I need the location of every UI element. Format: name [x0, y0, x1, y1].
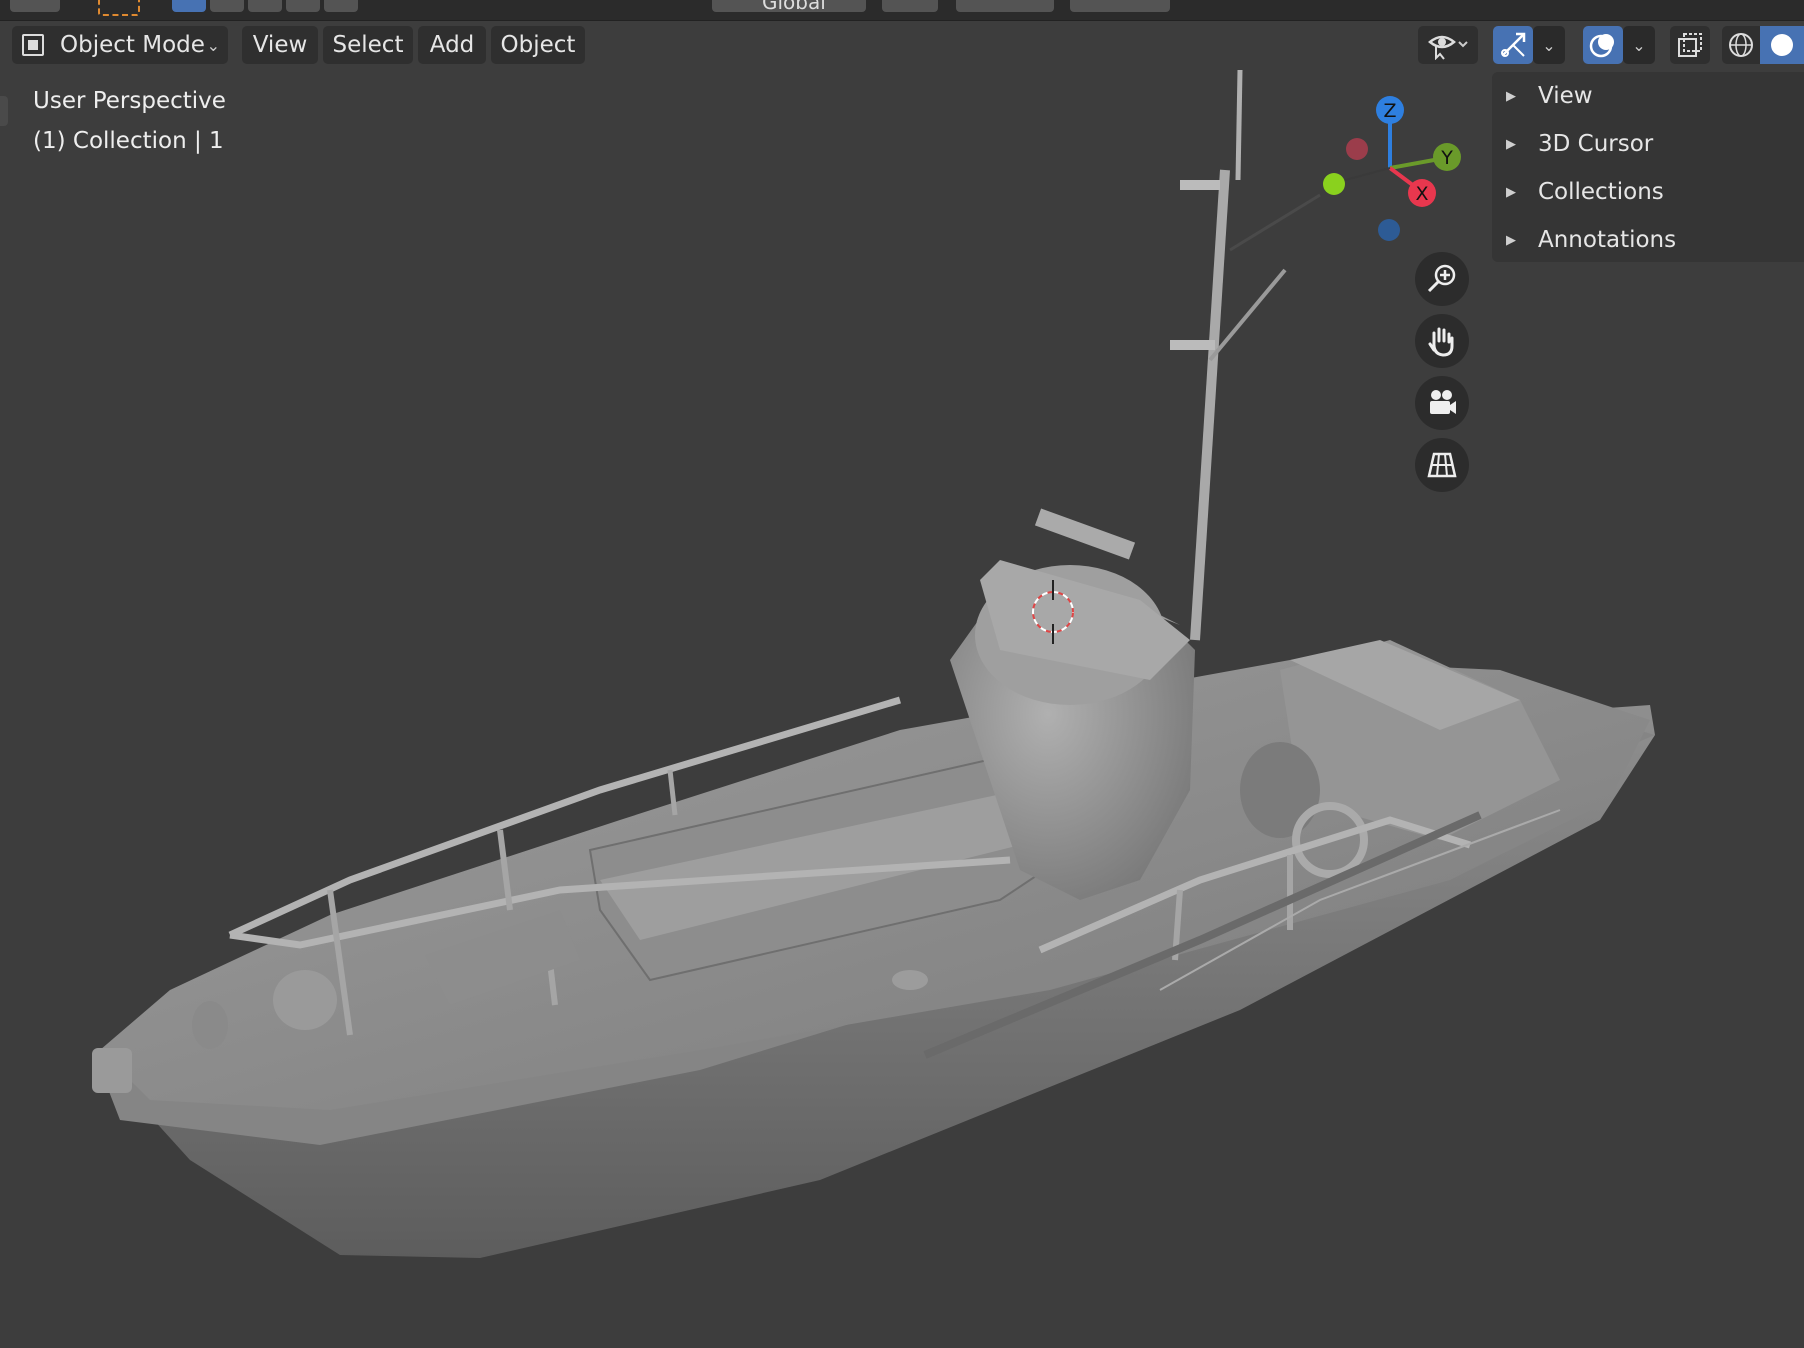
expand-triangle-icon: ▶: [1506, 232, 1516, 248]
perspective-label: User Perspective: [33, 88, 226, 114]
toolbar-expand-tab[interactable]: [0, 96, 8, 126]
menu-select-label: Select: [332, 32, 404, 58]
menu-add[interactable]: Add: [418, 26, 486, 64]
menu-select[interactable]: Select: [323, 26, 413, 64]
visibility-button[interactable]: [1418, 26, 1478, 64]
solid-shading-button[interactable]: [1760, 26, 1804, 64]
zoom-icon: [1427, 264, 1456, 293]
menu-view[interactable]: View: [242, 26, 318, 64]
gizmo-toggle-button[interactable]: [1493, 26, 1533, 64]
gizmo-z-label: Z: [1383, 100, 1396, 122]
mode-dropdown[interactable]: Object Mode ⌄: [12, 26, 228, 64]
snap-button[interactable]: [956, 0, 1054, 12]
menu-object[interactable]: Object: [491, 26, 585, 64]
sidebar-item-annotations[interactable]: ▶ Annotations: [1506, 222, 1676, 258]
perspective-toggle-button[interactable]: [1415, 438, 1469, 492]
select-mode-extend-button[interactable]: [210, 0, 244, 12]
expand-triangle-icon: ▶: [1506, 88, 1516, 104]
expand-triangle-icon: ▶: [1506, 184, 1516, 200]
select-mode-new-button[interactable]: [172, 0, 206, 12]
gizmo-neg-x[interactable]: [1346, 138, 1368, 160]
pivot-point-button[interactable]: [882, 0, 938, 12]
mode-label: Object Mode: [60, 32, 205, 58]
object-mode-icon: [20, 32, 46, 58]
expand-triangle-icon: ▶: [1506, 136, 1516, 152]
gizmo-y-label: Y: [1440, 147, 1453, 169]
zoom-button[interactable]: [1415, 252, 1469, 306]
eye-pointer-icon: [1428, 35, 1468, 60]
gizmo-neg-y[interactable]: [1323, 173, 1345, 195]
menu-add-label: Add: [429, 32, 475, 58]
camera-view-button[interactable]: [1415, 376, 1469, 430]
editor-type-button[interactable]: [10, 0, 60, 12]
overlays-icon: [1589, 34, 1614, 58]
proportional-editing-button[interactable]: [1070, 0, 1170, 12]
gizmo-dropdown[interactable]: ⌄: [1533, 26, 1565, 64]
select-mode-subtract-button[interactable]: [248, 0, 282, 12]
transform-orientation-label: Global: [762, 0, 826, 14]
sidebar-item-3d-cursor[interactable]: ▶ 3D Cursor: [1506, 126, 1653, 162]
xray-toggle-button[interactable]: [1670, 26, 1710, 64]
sidebar-item-label: Annotations: [1538, 227, 1677, 253]
select-mode-invert-button[interactable]: [286, 0, 320, 12]
wireframe-sphere-icon: [1729, 33, 1753, 57]
chevron-down-icon: ⌄: [1542, 35, 1556, 55]
menu-object-label: Object: [500, 32, 576, 58]
navigation-gizmo[interactable]: Z Y X: [1310, 88, 1470, 258]
select-mode-intersect-button[interactable]: [324, 0, 358, 12]
select-tool-button[interactable]: [98, 0, 140, 16]
wireframe-shading-button[interactable]: [1722, 26, 1760, 64]
gizmo-neg-z[interactable]: [1378, 219, 1400, 241]
solid-sphere-icon: [1771, 34, 1793, 56]
sidebar-item-view[interactable]: ▶ View: [1506, 78, 1593, 114]
camera-icon: [1430, 390, 1456, 414]
collection-label: (1) Collection | 1: [33, 128, 224, 154]
menu-view-label: View: [252, 32, 308, 58]
chevron-down-icon: ⌄: [206, 35, 220, 55]
sidebar-item-label: Collections: [1538, 179, 1664, 205]
overlays-dropdown[interactable]: ⌄: [1623, 26, 1655, 64]
sidebar-panel: ▶ View ▶ 3D Cursor ▶ Collections ▶ Annot…: [1492, 72, 1804, 262]
hand-pan-icon: [1428, 327, 1454, 357]
chevron-down-icon: ⌄: [1632, 35, 1646, 55]
sidebar-item-label: 3D Cursor: [1538, 131, 1654, 157]
transform-orientation-dropdown[interactable]: Global: [712, 0, 866, 14]
overlays-toggle-button[interactable]: [1583, 26, 1623, 64]
sidebar-item-collections[interactable]: ▶ Collections: [1506, 174, 1664, 210]
xray-icon: [1678, 33, 1702, 57]
top-toolbar: Global: [0, 0, 1804, 21]
sidebar-item-label: View: [1538, 83, 1593, 109]
grid-perspective-icon: [1427, 452, 1457, 478]
gizmo-x-label: X: [1415, 183, 1428, 205]
viewport-header: Object Mode ⌄ View Select Add Object ⌄ ⌄: [0, 24, 1804, 66]
gizmo-icon: [1501, 32, 1526, 57]
pan-button[interactable]: [1415, 314, 1469, 368]
